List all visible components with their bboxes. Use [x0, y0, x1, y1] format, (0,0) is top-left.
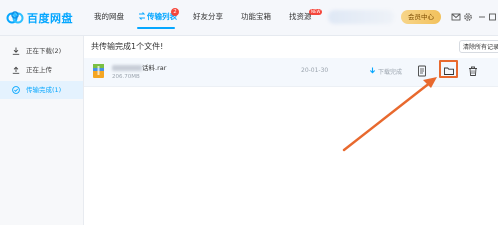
transfer-badge: 2 — [171, 8, 179, 16]
sidebar-item-uploading[interactable]: 正在上传 — [0, 61, 83, 79]
archive-file-icon — [93, 64, 104, 78]
sidebar-item-downloading[interactable]: 正在下载(2) — [0, 42, 83, 60]
sidebar-item-label: 正在上传 — [26, 66, 52, 74]
tab-toolbox[interactable]: 功能宝箱 — [241, 11, 271, 22]
minimize-icon[interactable] — [477, 12, 487, 22]
transfer-icon — [138, 12, 146, 20]
settings-icon[interactable] — [463, 12, 473, 22]
completed-summary: 共传输完成1个文件! — [91, 42, 164, 51]
sidebar-item-label: 传输完成(1) — [26, 86, 62, 94]
download-icon — [12, 47, 20, 55]
file-name: 话料.rar — [142, 64, 167, 72]
file-icon[interactable] — [416, 65, 428, 77]
upload-icon — [12, 66, 20, 74]
tab-my-drive[interactable]: 我的网盘 — [94, 11, 124, 22]
user-profile[interactable] — [328, 10, 394, 24]
sidebar-item-label: 正在下载(2) — [26, 47, 62, 55]
top-bar: 百度网盘 我的网盘 传输列表 2 好友分享 功能宝箱 找资源 NEW 会员中心 — [0, 0, 498, 36]
delete-icon[interactable] — [467, 65, 479, 77]
vip-center-button[interactable]: 会员中心 — [401, 10, 441, 24]
sidebar: 正在下载(2) 正在上传 传输完成(1) — [0, 36, 84, 225]
cloud-logo-icon — [6, 11, 24, 24]
file-date: 20-01-30 — [301, 67, 329, 74]
clear-all-records-button[interactable]: 清除所有记录 — [459, 40, 498, 53]
file-size: 206.70MB — [112, 74, 140, 80]
transfer-completed-panel: 共传输完成1个文件! 清除所有记录 话料.rar 206.70MB 20-01-… — [84, 36, 498, 225]
new-badge: NEW — [309, 9, 323, 15]
app-logo[interactable]: 百度网盘 — [6, 9, 78, 27]
maximize-icon[interactable] — [488, 12, 497, 22]
table-row[interactable]: 话料.rar 206.70MB 20-01-30 下载完成 — [84, 58, 498, 87]
status-text: 下载完成 — [378, 69, 403, 76]
mail-icon[interactable] — [451, 12, 461, 22]
open-folder-highlight — [439, 60, 458, 78]
file-name-redacted — [112, 65, 142, 71]
app-title: 百度网盘 — [27, 12, 73, 25]
sidebar-item-completed[interactable]: 传输完成(1) — [0, 81, 83, 99]
active-tab-indicator — [137, 27, 175, 29]
tab-friend-share[interactable]: 好友分享 — [193, 11, 223, 22]
check-circle-icon — [12, 86, 20, 94]
